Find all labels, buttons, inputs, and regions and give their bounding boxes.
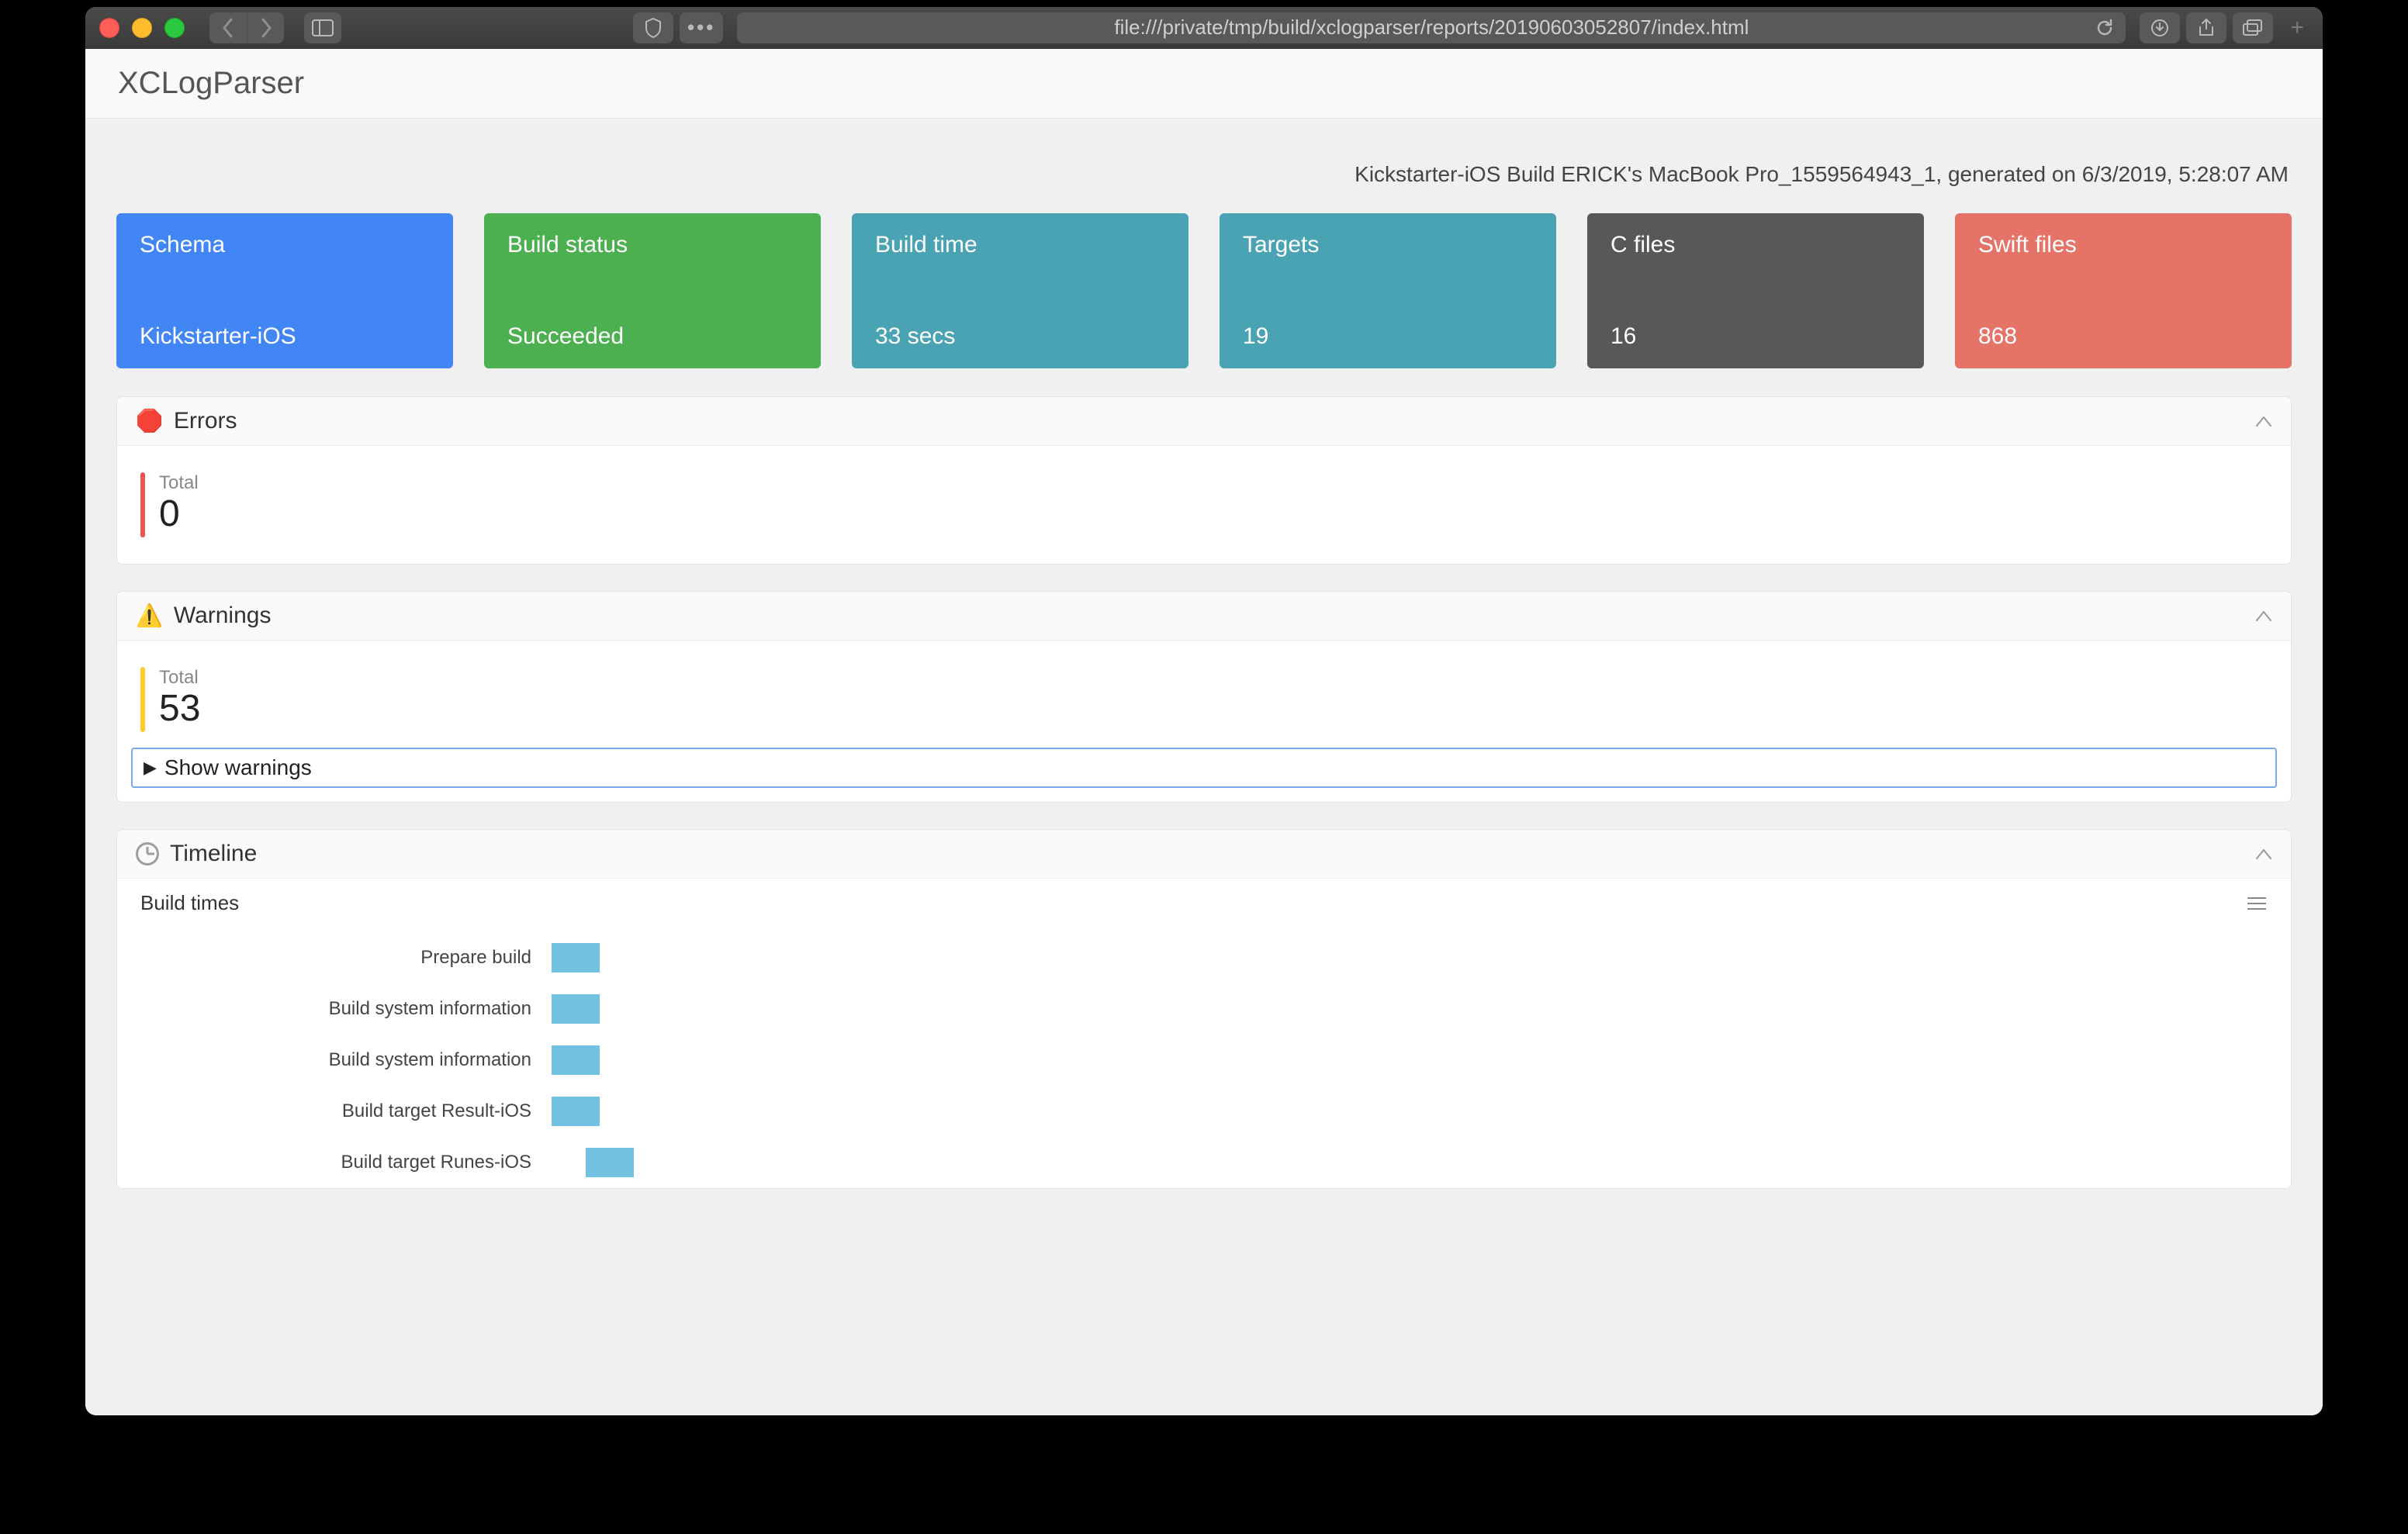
browser-titlebar: ••• file:///private/tmp/build/xclogparse… xyxy=(85,7,2323,49)
chart-track xyxy=(552,994,2268,1024)
chart-row: Build system information xyxy=(140,983,2268,1035)
stop-icon: 🛑 xyxy=(136,410,163,432)
card-value: 19 xyxy=(1243,323,1533,350)
chart-track xyxy=(552,1097,2268,1126)
card-value: 868 xyxy=(1978,323,2268,350)
chart-track xyxy=(552,1045,2268,1075)
chart-track xyxy=(552,1148,2268,1177)
app-navbar: XCLogParser xyxy=(85,49,2323,119)
summary-card: Schema Kickstarter-iOS xyxy=(116,213,453,368)
errors-panel: 🛑 Errors Total 0 xyxy=(116,396,2292,565)
downloads-button[interactable] xyxy=(2140,12,2180,43)
summary-card: Targets 19 xyxy=(1220,213,1556,368)
warnings-panel: ⚠️ Warnings Total 53 xyxy=(116,591,2292,803)
errors-total: 0 xyxy=(159,494,199,535)
privacy-segment: ••• xyxy=(633,12,723,43)
chart-category-label: Build system information xyxy=(140,1049,552,1071)
card-label: C files xyxy=(1611,232,1901,258)
card-label: Swift files xyxy=(1978,232,2268,258)
chart-category-label: Prepare build xyxy=(140,947,552,969)
warnings-accent-bar xyxy=(140,667,145,732)
build-subtitle: Kickstarter-iOS Build ERICK's MacBook Pr… xyxy=(119,162,2289,187)
forward-button[interactable] xyxy=(247,12,284,43)
chart-track xyxy=(552,943,2268,973)
brand: XCLogParser xyxy=(118,66,304,100)
warnings-total-label: Total xyxy=(159,667,200,689)
chart-category-label: Build target Runes-iOS xyxy=(140,1152,552,1173)
privacy-report-button[interactable] xyxy=(633,12,673,43)
address-bar[interactable]: file:///private/tmp/build/xclogparser/re… xyxy=(737,12,2126,43)
card-label: Build time xyxy=(875,232,1165,258)
summary-card: Swift files 868 xyxy=(1955,213,2292,368)
card-label: Schema xyxy=(140,232,430,258)
new-tab-button[interactable]: + xyxy=(2285,15,2309,41)
warning-icon: ⚠️ xyxy=(136,605,163,627)
chart-title: Build times xyxy=(140,891,239,915)
timeline-panel: Timeline Build times Prepare build Build … xyxy=(116,829,2292,1189)
card-value: Kickstarter-iOS xyxy=(140,323,430,350)
summary-cards: Schema Kickstarter-iOS Build status Succeed… xyxy=(116,213,2292,368)
sidebar-toggle-button[interactable] xyxy=(304,12,341,43)
show-warnings-toggle[interactable]: ▶ Show warnings xyxy=(131,748,2277,788)
chart-row: Build target Result-iOS xyxy=(140,1086,2268,1137)
share-button[interactable] xyxy=(2186,12,2226,43)
build-times-chart: Prepare build Build system information Bui… xyxy=(140,932,2268,1188)
chart-row: Build system information xyxy=(140,1035,2268,1086)
nav-back-forward xyxy=(209,12,284,43)
back-button[interactable] xyxy=(209,12,247,43)
card-value: Succeeded xyxy=(507,323,797,350)
summary-card: C files 16 xyxy=(1587,213,1924,368)
card-label: Targets xyxy=(1243,232,1533,258)
zoom-window-button[interactable] xyxy=(164,18,185,38)
disclosure-triangle-icon: ▶ xyxy=(144,758,157,778)
summary-card: Build time 33 secs xyxy=(852,213,1188,368)
reload-icon[interactable] xyxy=(2095,18,2115,38)
browser-window: ••• file:///private/tmp/build/xclogparse… xyxy=(85,7,2323,1415)
window-controls xyxy=(99,18,185,38)
card-value: 33 secs xyxy=(875,323,1165,350)
site-settings-button[interactable]: ••• xyxy=(680,12,723,43)
chart-bar xyxy=(552,1045,600,1075)
chart-menu-icon[interactable] xyxy=(2246,896,2268,911)
show-warnings-label: Show warnings xyxy=(164,755,312,780)
errors-total-label: Total xyxy=(159,472,199,494)
warnings-title: Warnings xyxy=(174,603,272,629)
close-window-button[interactable] xyxy=(99,18,119,38)
collapse-icon[interactable] xyxy=(2255,610,2272,622)
collapse-icon[interactable] xyxy=(2255,848,2272,860)
errors-title: Errors xyxy=(174,408,237,434)
warnings-total: 53 xyxy=(159,689,200,730)
errors-accent-bar xyxy=(140,472,145,537)
page-content: XCLogParser Kickstarter-iOS Build ERICK'… xyxy=(85,49,2323,1415)
summary-card: Build status Succeeded xyxy=(484,213,821,368)
chart-row: Build target Runes-iOS xyxy=(140,1137,2268,1188)
url-text: file:///private/tmp/build/xclogparser/re… xyxy=(1114,16,1749,40)
chart-bar xyxy=(552,1097,600,1126)
chart-row: Prepare build xyxy=(140,932,2268,983)
chart-category-label: Build system information xyxy=(140,998,552,1020)
timeline-title: Timeline xyxy=(170,841,257,867)
clock-icon xyxy=(136,842,159,865)
card-label: Build status xyxy=(507,232,797,258)
card-value: 16 xyxy=(1611,323,1901,350)
chart-category-label: Build target Result-iOS xyxy=(140,1100,552,1122)
minimize-window-button[interactable] xyxy=(132,18,152,38)
chart-bar xyxy=(586,1148,634,1177)
tabs-button[interactable] xyxy=(2233,12,2273,43)
chart-bar xyxy=(552,943,600,973)
chart-bar xyxy=(552,994,600,1024)
collapse-icon[interactable] xyxy=(2255,415,2272,427)
